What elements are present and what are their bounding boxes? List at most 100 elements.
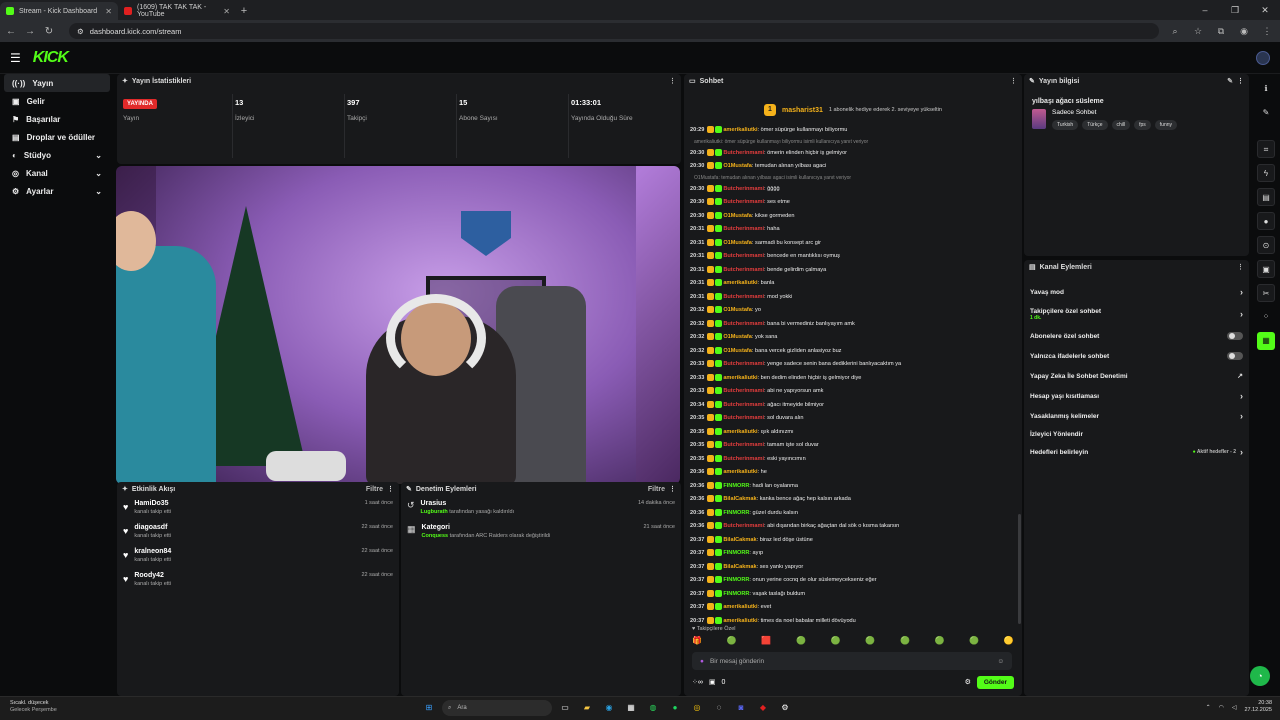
bolt-icon[interactable]: ϟ — [1257, 164, 1275, 182]
chat-message[interactable]: 20:31 Butcherinmami: haha — [690, 223, 1016, 237]
tray-expand-icon[interactable]: ⌃ — [1206, 704, 1211, 711]
emote-only-toggle[interactable] — [1227, 352, 1243, 360]
archive-icon[interactable]: ▣ — [1257, 260, 1275, 278]
chat-bubble-icon[interactable]: ● — [1257, 212, 1275, 230]
tag[interactable]: Türkçe — [1082, 120, 1108, 130]
send-button[interactable]: Gönder — [976, 675, 1014, 689]
follower-name[interactable]: diagoasdf — [134, 524, 171, 531]
message-username[interactable]: amerikaliutki — [723, 280, 757, 286]
edit-icon[interactable]: ✎ — [1227, 77, 1233, 85]
chat-message[interactable]: 20:37 FINMORR: onun yerine cocnq de olur … — [690, 574, 1016, 588]
more-options-icon[interactable]: ⋮ — [1010, 77, 1017, 85]
emote-icon[interactable]: 🟡 — [1004, 636, 1014, 645]
search-icon[interactable]: ⌕ — [1168, 26, 1182, 37]
chat-message[interactable]: 20:37 amerikaliutki: times da noel babala… — [690, 615, 1016, 625]
browser-menu-icon[interactable]: ⋮ — [1260, 26, 1274, 37]
chat-message[interactable]: 20:32 O1Mustafa: bana vercek gizliden anl… — [690, 345, 1016, 359]
chat-message[interactable]: 20:35 Butcherinmami: eski yayıncımın — [690, 453, 1016, 467]
message-username[interactable]: Butcherinmami — [723, 267, 764, 273]
tag[interactable]: Turkish — [1052, 120, 1079, 130]
chat-message[interactable]: 20:33 Butcherinmami: abi ne yapıyorsun am… — [690, 385, 1016, 399]
message-username[interactable]: Butcherinmami — [723, 388, 764, 394]
message-username[interactable]: O1Mustafa — [723, 163, 752, 169]
whatsapp-icon[interactable]: ◍ — [644, 699, 662, 717]
action-ai-moderation[interactable]: Yapay Zeka İle Sohbet Denetimi ↗ — [1024, 366, 1249, 386]
edge-icon[interactable]: ◉ — [600, 699, 618, 717]
url-field[interactable]: ⚙ dashboard.kick.com/stream — [69, 23, 1159, 39]
message-username[interactable]: Butcherinmami — [723, 226, 764, 232]
app-icon[interactable]: ◆ — [754, 699, 772, 717]
close-window-icon[interactable]: ✕ — [1250, 0, 1280, 20]
chat-input[interactable]: ● Bir mesaj gönderin ☺ — [692, 652, 1012, 670]
message-username[interactable]: amerikaliutki — [723, 469, 757, 475]
chat-message[interactable]: 20:31 Butcherinmami: mod yokki — [690, 291, 1016, 305]
message-username[interactable]: FINMORR — [723, 550, 749, 556]
sidebar-item-kanal[interactable]: ◎ Kanal ⌄ — [4, 164, 110, 182]
message-username[interactable]: Butcherinmami — [723, 253, 764, 259]
stream-video-preview[interactable] — [116, 166, 680, 484]
profile-icon[interactable]: ◉ — [1237, 26, 1251, 37]
chat-message[interactable]: 20:30 Butcherinmami: ses etme — [690, 196, 1016, 210]
mod-actor[interactable]: Conquess — [422, 533, 449, 539]
emote-icon[interactable]: 🟢 — [831, 636, 841, 645]
more-options-icon[interactable]: ⋮ — [669, 77, 676, 85]
chat-message[interactable]: 20:36 FINMORR: hadi lan oyalanma — [690, 480, 1016, 494]
message-username[interactable]: FINMORR — [723, 483, 749, 489]
message-username[interactable]: Butcherinmami — [723, 456, 764, 462]
chat-message[interactable]: 20:37 BilalCakmak: biraz led döşe üstüne — [690, 534, 1016, 548]
message-username[interactable]: FINMORR — [723, 577, 749, 583]
steam-icon[interactable]: ◌ — [710, 699, 728, 717]
message-username[interactable]: Butcherinmami — [723, 442, 764, 448]
message-username[interactable]: Butcherinmami — [723, 523, 764, 529]
follower-name[interactable]: Roody42 — [134, 572, 171, 579]
wrench-rail-icon[interactable]: ✂ — [1257, 284, 1275, 302]
maximize-icon[interactable]: ❐ — [1220, 0, 1250, 20]
chat-message[interactable]: 20:31 Butcherinmami: bencede en mantıklıs… — [690, 250, 1016, 264]
sidebar-item-ayarlar[interactable]: ⚙ Ayarlar ⌄ — [4, 182, 110, 200]
wifi-icon[interactable]: ◠ — [1219, 704, 1224, 711]
chat-message[interactable]: 20:32 Butcherinmami: bana bi vermediniz b… — [690, 318, 1016, 332]
more-options-icon[interactable]: ⋮ — [387, 485, 394, 493]
chat-message[interactable]: 20:36 amerikaliutki: he — [690, 466, 1016, 480]
action-banned-words[interactable]: Yasaklanmış kelimeler › — [1024, 406, 1249, 426]
gift-icon[interactable]: ▣ — [709, 678, 716, 686]
chat-message[interactable]: 20:35 Butcherinmami: sol duvara alın — [690, 412, 1016, 426]
chat-message[interactable]: 20:34 Butcherinmami: ağacı itmeyide bilmi… — [690, 399, 1016, 413]
emote-icon[interactable]: 🟥 — [761, 636, 771, 645]
subscribers-only-toggle[interactable] — [1227, 332, 1243, 340]
store-icon[interactable]: ▦ — [622, 699, 640, 717]
message-username[interactable]: Butcherinmami — [723, 321, 764, 327]
chat-message[interactable]: 20:30 O1Mustafa: temudan alınan yılbası a… — [690, 160, 1016, 174]
message-username[interactable]: amerikaliutki — [723, 127, 757, 133]
message-username[interactable]: O1Mustafa — [723, 240, 752, 246]
message-username[interactable]: O1Mustafa — [723, 213, 752, 219]
chat-message[interactable]: 20:30 Butcherinmami: ğğğğ — [690, 183, 1016, 197]
hamburger-menu-icon[interactable]: ☰ — [10, 51, 21, 65]
chat-message[interactable]: 20:37 FINMORR: vaşak taslağı buldum — [690, 588, 1016, 602]
site-info-icon[interactable]: ⚙ — [77, 27, 84, 36]
emote-icon[interactable]: 🟢 — [935, 636, 945, 645]
discord-icon[interactable]: ◙ — [732, 699, 750, 717]
chat-message[interactable]: 20:31 amerikaliutki: banla — [690, 277, 1016, 291]
sidebar-item-droplar[interactable]: ▤ Droplar ve ödüller — [4, 128, 110, 146]
tag[interactable]: funny — [1154, 120, 1178, 130]
chat-message[interactable]: 20:37 BilalCakmak: ses yankı yapıyor — [690, 561, 1016, 575]
emote-icon[interactable]: 🟢 — [900, 636, 910, 645]
document-icon[interactable]: ▤ — [1257, 188, 1275, 206]
minimize-icon[interactable]: – — [1190, 0, 1220, 20]
chat-message[interactable]: 20:32 O1Mustafa: yok sana — [690, 331, 1016, 345]
message-username[interactable]: Butcherinmami — [723, 199, 764, 205]
action-goals[interactable]: Hedefleri belirleyin ● Aktif hedefler - 2… — [1024, 442, 1249, 462]
chat-message[interactable]: 20:33 amerikaliutki: ben dedim elinden hi… — [690, 372, 1016, 386]
chat-message[interactable]: 20:37 amerikaliutki: evet — [690, 601, 1016, 615]
chat-message[interactable]: 20:36 Butcherinmami: abi dışarıdan birkaç… — [690, 520, 1016, 534]
close-tab-icon[interactable]: ✕ — [105, 7, 112, 16]
message-username[interactable]: Butcherinmami — [723, 150, 764, 156]
message-username[interactable]: Butcherinmami — [723, 361, 764, 367]
filter-button[interactable]: Filtre — [366, 486, 383, 493]
new-tab-button[interactable]: + — [236, 2, 252, 20]
chat-message[interactable]: 20:31 Butcherinmami: bende gelirdim çalma… — [690, 264, 1016, 278]
chat-message[interactable]: 20:37 FINMORR: ayıp — [690, 547, 1016, 561]
more-options-icon[interactable]: ⋮ — [669, 485, 676, 493]
message-username[interactable]: amerikaliutki — [723, 429, 757, 435]
